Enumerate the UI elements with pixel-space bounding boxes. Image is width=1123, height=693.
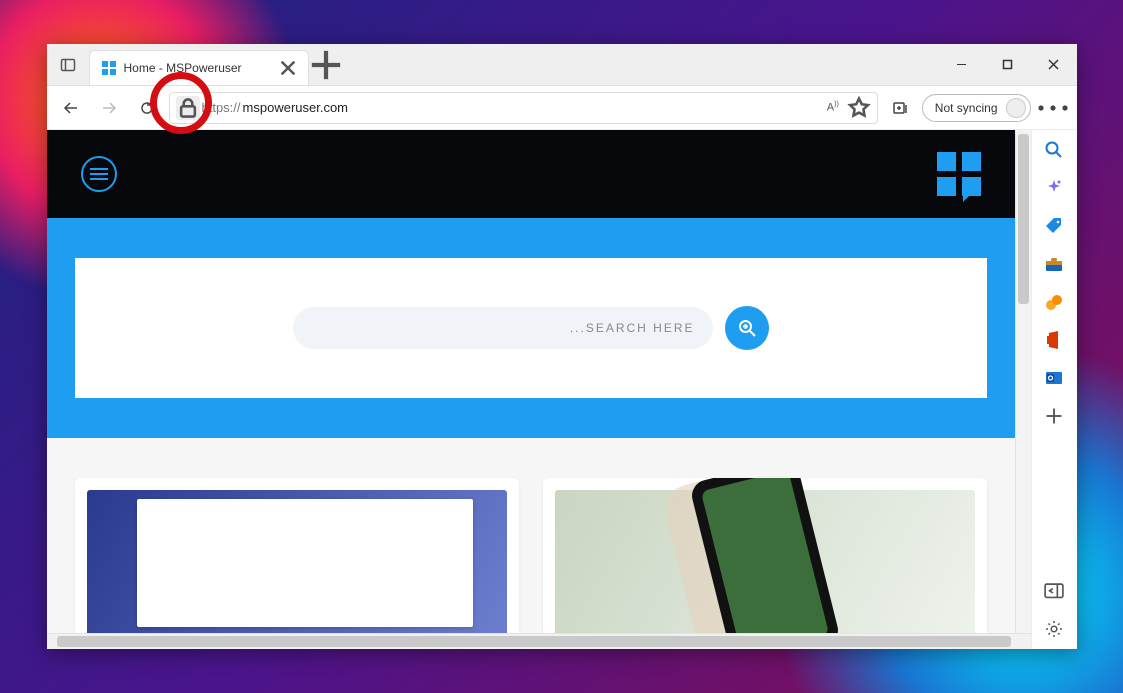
sidebar-add-button[interactable] bbox=[1044, 406, 1064, 426]
minimize-icon bbox=[956, 59, 967, 70]
site-hero: ...SEARCH HERE bbox=[47, 218, 1015, 438]
site-search-input[interactable]: ...SEARCH HERE bbox=[293, 307, 713, 349]
briefcase-icon bbox=[1044, 254, 1064, 274]
edge-sidebar bbox=[1031, 130, 1077, 649]
arrow-right-icon bbox=[101, 100, 117, 116]
horizontal-scrollbar[interactable] bbox=[47, 633, 1031, 649]
browser-window: Home - MSPoweruser bbox=[47, 44, 1077, 649]
page-viewport: ...SEARCH HERE bbox=[47, 130, 1031, 649]
article-thumbnail bbox=[555, 490, 975, 633]
tag-icon bbox=[1044, 216, 1064, 236]
plus-icon bbox=[1044, 406, 1064, 426]
office-icon bbox=[1044, 330, 1064, 350]
maximize-icon bbox=[1002, 59, 1013, 70]
tab-favicon-icon bbox=[102, 61, 116, 75]
back-button[interactable] bbox=[55, 92, 87, 124]
sidebar-search-button[interactable] bbox=[1044, 140, 1064, 160]
tab-title: Home - MSPoweruser bbox=[124, 61, 272, 75]
new-tab-button[interactable] bbox=[309, 44, 343, 85]
sidebar-shopping-button[interactable] bbox=[1044, 216, 1064, 236]
search-icon bbox=[737, 318, 757, 338]
sparkle-icon bbox=[1044, 178, 1064, 198]
outlook-icon bbox=[1044, 368, 1064, 388]
collections-button[interactable] bbox=[884, 92, 916, 124]
window-close-button[interactable] bbox=[1031, 44, 1077, 85]
search-placeholder: ...SEARCH HERE bbox=[570, 321, 695, 335]
titlebar: Home - MSPoweruser bbox=[47, 44, 1077, 86]
site-search-button[interactable] bbox=[725, 306, 769, 350]
games-icon bbox=[1044, 292, 1064, 312]
url-host: mspoweruser.com bbox=[243, 100, 348, 115]
tab-close-button[interactable] bbox=[280, 60, 296, 76]
article-grid bbox=[47, 438, 1015, 633]
panel-collapse-icon bbox=[1044, 583, 1064, 599]
sync-label: Not syncing bbox=[935, 101, 998, 115]
article-thumbnail bbox=[87, 490, 507, 633]
read-aloud-button[interactable]: A)) bbox=[821, 96, 845, 120]
site-search-panel: ...SEARCH HERE bbox=[75, 258, 987, 398]
sidebar-tools-button[interactable] bbox=[1044, 254, 1064, 274]
browser-tab[interactable]: Home - MSPoweruser bbox=[89, 50, 309, 85]
arrow-left-icon bbox=[63, 100, 79, 116]
vertical-scrollbar[interactable] bbox=[1015, 130, 1031, 633]
star-plus-icon bbox=[847, 96, 871, 120]
profile-avatar-icon bbox=[1006, 98, 1026, 118]
article-card[interactable] bbox=[75, 478, 519, 633]
tab-actions-button[interactable] bbox=[47, 44, 89, 85]
sidebar-settings-button[interactable] bbox=[1044, 619, 1064, 639]
close-icon bbox=[1048, 59, 1059, 70]
gear-icon bbox=[1044, 619, 1064, 639]
minimize-button[interactable] bbox=[939, 44, 985, 85]
sidebar-games-button[interactable] bbox=[1044, 292, 1064, 312]
forward-button[interactable] bbox=[93, 92, 125, 124]
refresh-icon bbox=[139, 100, 155, 116]
window-controls bbox=[939, 44, 1077, 85]
favorite-button[interactable] bbox=[847, 96, 871, 120]
site-header bbox=[47, 130, 1015, 218]
hamburger-icon bbox=[90, 168, 108, 180]
url-protocol: https:// bbox=[202, 100, 241, 115]
refresh-button[interactable] bbox=[131, 92, 163, 124]
maximize-button[interactable] bbox=[985, 44, 1031, 85]
lock-icon bbox=[176, 96, 200, 120]
plus-icon bbox=[309, 48, 343, 82]
article-card[interactable] bbox=[543, 478, 987, 633]
toolbar: https://mspoweruser.com A)) Not syncing bbox=[47, 86, 1077, 130]
site-menu-button[interactable] bbox=[81, 156, 117, 192]
sidebar-office-button[interactable] bbox=[1044, 330, 1064, 350]
scrollbar-thumb[interactable] bbox=[1018, 134, 1029, 304]
address-bar[interactable]: https://mspoweruser.com A)) bbox=[169, 92, 878, 124]
read-aloud-icon: A)) bbox=[827, 101, 839, 114]
sidebar-outlook-button[interactable] bbox=[1044, 368, 1064, 388]
sidebar-collapse-button[interactable] bbox=[1044, 581, 1064, 601]
ellipsis-icon bbox=[1037, 104, 1069, 112]
site-logo[interactable] bbox=[937, 152, 981, 196]
sidebar-discover-button[interactable] bbox=[1044, 178, 1064, 198]
collections-icon bbox=[892, 100, 908, 116]
site-info-button[interactable] bbox=[176, 96, 200, 120]
scrollbar-thumb[interactable] bbox=[57, 636, 1011, 647]
settings-more-button[interactable] bbox=[1037, 92, 1069, 124]
profile-sync-button[interactable]: Not syncing bbox=[922, 94, 1031, 122]
search-icon bbox=[1044, 140, 1064, 160]
close-icon bbox=[280, 60, 296, 76]
